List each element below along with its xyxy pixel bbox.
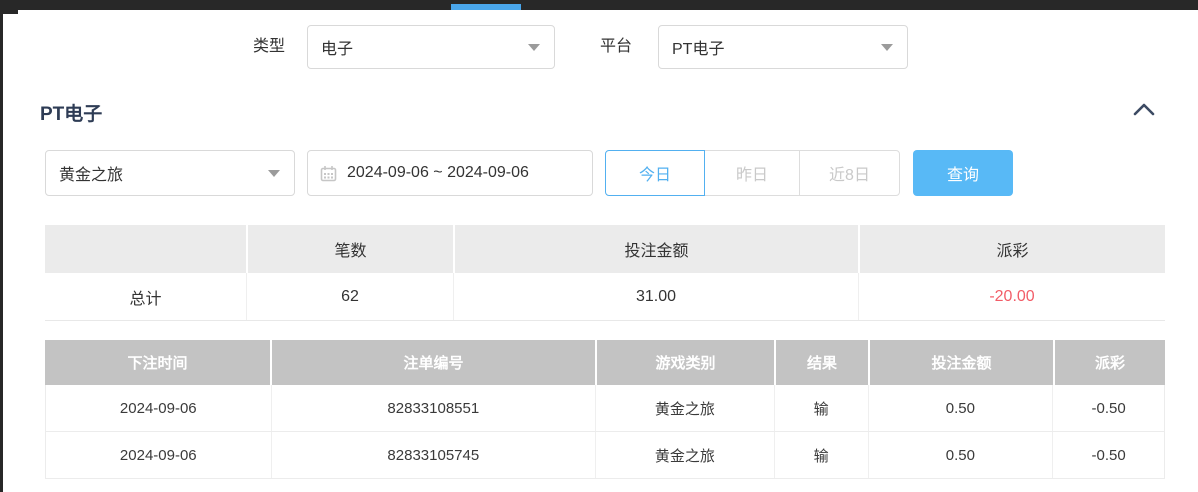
platform-label: 平台 [600,25,632,69]
summary-total-bet-amount: 31.00 [453,273,858,320]
search-button[interactable]: 查询 [913,150,1013,196]
platform-select[interactable]: PT电子 [658,25,908,69]
summary-total-payout: -20.00 [858,273,1165,320]
detail-header-row: 下注时间 注单编号 游戏类别 结果 投注金额 派彩 [45,340,1165,385]
detail-header-bet-amount: 投注金额 [868,340,1053,385]
platform-select-value: PT电子 [672,35,724,59]
detail-header-payout: 派彩 [1053,340,1165,385]
row-bet-amount: 0.50 [868,385,1053,431]
row-order-id: 82833105745 [271,432,595,478]
section-title: PT电子 [40,99,102,126]
row-result: 输 [774,385,868,431]
summary-header-empty [45,225,246,273]
left-edge-strip [0,0,3,492]
summary-header-payout: 派彩 [858,225,1165,273]
row-order-id: 82833108551 [271,385,595,431]
table-row: 2024-09-06 82833105745 黄金之旅 输 0.50 -0.50 [45,432,1165,479]
detail-header-result: 结果 [774,340,868,385]
date-range-picker[interactable]: 2024-09-06 ~ 2024-09-06 [307,150,593,196]
chevron-down-icon [268,170,280,177]
type-select[interactable]: 电子 [307,25,555,69]
summary-total-row: 总计 62 31.00 -20.00 [45,273,1165,321]
calendar-icon [320,165,337,182]
type-select-value: 电子 [321,35,353,59]
detail-header-bet-time: 下注时间 [45,340,270,385]
chevron-up-icon[interactable] [1132,101,1156,117]
row-game-category: 黄金之旅 [595,385,774,431]
last-8-days-button[interactable]: 近8日 [799,150,900,196]
today-button[interactable]: 今日 [605,150,705,196]
type-label: 类型 [253,25,285,69]
chevron-down-icon [528,44,540,51]
row-result: 输 [774,432,868,478]
summary-header-row: 笔数 投注金额 派彩 [45,225,1165,273]
summary-table: 笔数 投注金额 派彩 总计 62 31.00 -20.00 [45,225,1165,321]
row-payout: -0.50 [1052,385,1164,431]
row-game-category: 黄金之旅 [595,432,774,478]
row-bet-amount: 0.50 [868,432,1053,478]
detail-header-game-category: 游戏类别 [595,340,774,385]
game-select-value: 黄金之旅 [59,161,123,185]
row-bet-time: 2024-09-06 [46,432,271,478]
summary-header-count: 笔数 [246,225,453,273]
detail-table: 下注时间 注单编号 游戏类别 结果 投注金额 派彩 2024-09-06 828… [45,340,1165,479]
summary-total-label: 总计 [45,273,246,320]
date-range-value: 2024-09-06 ~ 2024-09-06 [347,164,529,182]
quick-date-button-group: 今日 昨日 近8日 [605,150,900,196]
row-bet-time: 2024-09-06 [46,385,271,431]
table-row: 2024-09-06 82833108551 黄金之旅 输 0.50 -0.50 [45,385,1165,432]
yesterday-button[interactable]: 昨日 [704,150,800,196]
game-select[interactable]: 黄金之旅 [45,150,295,196]
bet-records-page: 类型 电子 平台 PT电子 PT电子 黄金之旅 [0,0,1198,492]
chevron-down-icon [881,44,893,51]
row-payout: -0.50 [1052,432,1164,478]
active-tab-indicator[interactable] [451,4,521,10]
left-edge-block [0,0,18,14]
summary-total-count: 62 [246,273,453,320]
top-bar [0,0,1198,10]
summary-header-bet-amount: 投注金额 [453,225,858,273]
detail-header-order-id: 注单编号 [270,340,595,385]
